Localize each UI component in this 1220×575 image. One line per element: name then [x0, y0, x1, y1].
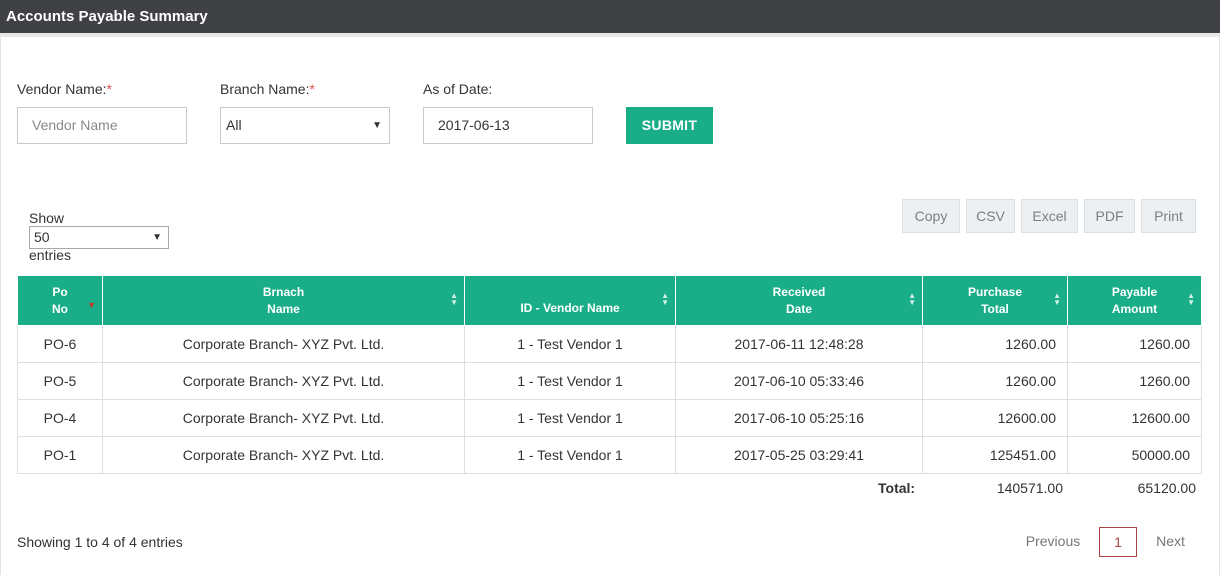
sort-icon: ▲ ▼	[1053, 291, 1061, 307]
vendor-name-cell: 1 - Test Vendor 1	[464, 436, 676, 474]
entries-length-value: 50	[34, 229, 50, 245]
page-title: Accounts Payable Summary	[6, 8, 208, 25]
previous-page-button[interactable]: Previous	[1013, 527, 1093, 557]
po-no-cell: PO-1	[17, 436, 103, 474]
branch-name-cell: Corporate Branch- XYZ Pvt. Ltd.	[102, 362, 465, 400]
po-no-cell: PO-5	[17, 362, 103, 400]
purchase-total-cell: 1260.00	[922, 325, 1068, 363]
copy-button[interactable]: Copy	[902, 199, 960, 233]
branch-name-cell: Corporate Branch- XYZ Pvt. Ltd.	[102, 325, 465, 363]
total-purchase-value: 140571.00	[996, 480, 1063, 496]
branch-name-cell: Corporate Branch- XYZ Pvt. Ltd.	[102, 436, 465, 474]
payable-amount-cell: 1260.00	[1067, 362, 1202, 400]
received-date-cell: 2017-05-25 03:29:41	[675, 436, 923, 474]
payable-amount-cell: 12600.00	[1067, 399, 1202, 437]
table-row: PO-1 Corporate Branch- XYZ Pvt. Ltd. 1 -…	[17, 436, 1202, 474]
table-row: PO-5 Corporate Branch- XYZ Pvt. Ltd. 1 -…	[17, 362, 1202, 400]
pdf-button[interactable]: PDF	[1084, 199, 1135, 233]
purchase-total-cell: 1260.00	[922, 362, 1068, 400]
vendor-name-cell: 1 - Test Vendor 1	[464, 362, 676, 400]
payable-amount-cell: 1260.00	[1067, 325, 1202, 363]
column-header-po-no[interactable]: Po No ▼	[17, 275, 103, 326]
branch-name-label: Branch Name:*	[220, 81, 315, 97]
table-row: PO-4 Corporate Branch- XYZ Pvt. Ltd. 1 -…	[17, 399, 1202, 437]
received-date-cell: 2017-06-11 12:48:28	[675, 325, 923, 363]
as-of-date-label: As of Date:	[423, 81, 493, 97]
title-bar: Accounts Payable Summary	[0, 0, 1220, 33]
received-date-cell: 2017-06-10 05:25:16	[675, 399, 923, 437]
branch-name-cell: Corporate Branch- XYZ Pvt. Ltd.	[102, 399, 465, 437]
po-no-cell: PO-4	[17, 399, 103, 437]
sort-icon: ▲ ▼	[1187, 291, 1195, 307]
as-of-date-input[interactable]: 2017-06-13	[423, 107, 593, 144]
vendor-name-label: Vendor Name:*	[17, 81, 112, 97]
sort-icon: ▲ ▼	[908, 291, 916, 307]
branch-name-select[interactable]: All ▼	[220, 107, 390, 144]
next-page-button[interactable]: Next	[1143, 527, 1198, 557]
dropdown-caret-icon: ▼	[152, 232, 162, 243]
submit-button[interactable]: SUBMIT	[626, 107, 713, 144]
page-1-button[interactable]: 1	[1099, 527, 1137, 557]
payables-table: Po No ▼ Brnach Name ▲ ▼ ID - Vendor Name ▲ ▼…	[17, 275, 1202, 474]
column-header-payable-amount[interactable]: Payable Amount ▲ ▼	[1067, 275, 1202, 326]
excel-button[interactable]: Excel	[1021, 199, 1078, 233]
vendor-name-cell: 1 - Test Vendor 1	[464, 399, 676, 437]
column-header-received-date[interactable]: Received Date ▲ ▼	[675, 275, 923, 326]
branch-name-value: All	[226, 117, 242, 133]
table-header-row: Po No ▼ Brnach Name ▲ ▼ ID - Vendor Name ▲ ▼…	[17, 275, 1202, 326]
print-button[interactable]: Print	[1141, 199, 1196, 233]
sort-desc-icon: ▼	[87, 300, 96, 310]
table-row: PO-6 Corporate Branch- XYZ Pvt. Ltd. 1 -…	[17, 325, 1202, 363]
entries-length-select[interactable]: 50 ▼	[29, 226, 169, 249]
po-no-cell: PO-6	[17, 325, 103, 363]
show-label: Show	[29, 210, 65, 226]
total-label: Total:	[878, 480, 916, 496]
column-header-branch-name[interactable]: Brnach Name ▲ ▼	[102, 275, 465, 326]
purchase-total-cell: 125451.00	[922, 436, 1068, 474]
column-header-vendor-name[interactable]: ID - Vendor Name ▲ ▼	[464, 275, 676, 326]
purchase-total-cell: 12600.00	[922, 399, 1068, 437]
csv-button[interactable]: CSV	[966, 199, 1015, 233]
vendor-name-input[interactable]: Vendor Name	[17, 107, 187, 144]
total-payable-value: 65120.00	[1137, 480, 1196, 496]
received-date-cell: 2017-06-10 05:33:46	[675, 362, 923, 400]
sort-icon: ▲ ▼	[450, 291, 458, 307]
column-header-purchase-total[interactable]: Purchase Total ▲ ▼	[922, 275, 1068, 326]
entries-label: entries	[29, 247, 72, 263]
dropdown-caret-icon: ▼	[372, 120, 382, 131]
vendor-name-cell: 1 - Test Vendor 1	[464, 325, 676, 363]
sort-icon: ▲ ▼	[661, 291, 669, 307]
payable-amount-cell: 50000.00	[1067, 436, 1202, 474]
table-info: Showing 1 to 4 of 4 entries	[17, 534, 183, 550]
